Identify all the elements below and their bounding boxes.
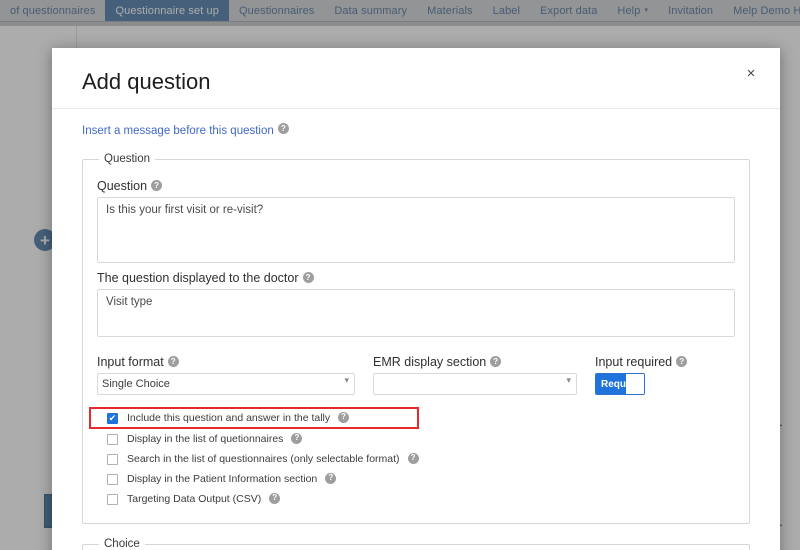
checkbox-search-in-list[interactable]	[107, 453, 118, 465]
help-icon[interactable]: ?	[490, 356, 502, 368]
help-icon[interactable]: ?	[676, 356, 688, 368]
checkbox-label-search-in-list: Search in the list of questionnaires (on…	[127, 453, 400, 466]
close-icon[interactable]: ×	[740, 62, 762, 84]
input-required-toggle[interactable]: Requi	[595, 373, 645, 396]
help-icon[interactable]: ?	[151, 180, 163, 192]
input-format-label: Input format?	[97, 355, 355, 369]
input-format-column: Input format? Single Choice	[97, 347, 355, 396]
insert-message-row: Insert a message before this question?	[82, 109, 750, 147]
help-icon[interactable]: ?	[291, 432, 303, 444]
modal-header: Add question ×	[52, 48, 780, 110]
emr-select-wrap	[373, 373, 577, 396]
modal-body: Insert a message before this question? Q…	[52, 109, 780, 550]
question-label-text: Question	[97, 179, 148, 194]
choice-fieldset: Choice Patient answer choice The answer …	[82, 538, 750, 550]
help-icon[interactable]: ?	[277, 123, 289, 135]
question-fieldset: Question Question? The question displaye…	[82, 153, 750, 525]
input-required-off-option[interactable]	[626, 374, 644, 395]
emr-display-section-label-text: EMR display section	[373, 355, 487, 370]
emr-display-section-select[interactable]	[373, 373, 577, 396]
checkbox-row-search-in-list[interactable]: Search in the list of questionnaires (on…	[97, 449, 735, 469]
emr-display-section-label: EMR display section?	[373, 355, 577, 369]
page-root: + R R of questionnaires Questionnaire se…	[0, 0, 800, 550]
checkbox-include-in-tally[interactable]: ✔	[107, 412, 118, 424]
input-required-label-text: Input required	[595, 355, 673, 370]
checkbox-row-display-in-list[interactable]: Display in the list of quetionnaires ?	[97, 429, 735, 449]
checkbox-patient-info-section[interactable]	[107, 473, 118, 485]
input-required-column: Input required? Requi	[595, 347, 715, 396]
input-format-select[interactable]: Single Choice	[97, 373, 355, 396]
format-row: Input format? Single Choice EMR display …	[97, 347, 735, 396]
checkbox-row-include-in-tally[interactable]: ✔ Include this question and answer in th…	[89, 407, 419, 430]
checkbox-label-targeting-data-output: Targeting Data Output (CSV)	[127, 493, 262, 506]
help-icon[interactable]: ?	[167, 356, 179, 368]
checkbox-row-targeting-data-output[interactable]: Targeting Data Output (CSV) ?	[97, 489, 735, 509]
checkbox-label-display-in-list: Display in the list of quetionnaires	[127, 433, 284, 446]
checkbox-label-patient-info-section: Display in the Patient Information secti…	[127, 473, 318, 486]
add-question-modal: Add question × Insert a message before t…	[52, 48, 780, 550]
doctor-question-label: The question displayed to the doctor?	[97, 271, 735, 285]
input-format-label-text: Input format	[97, 355, 164, 370]
checkbox-display-in-list[interactable]	[107, 433, 118, 445]
doctor-question-label-text: The question displayed to the doctor	[97, 271, 299, 286]
input-required-label: Input required?	[595, 355, 715, 369]
help-icon[interactable]: ?	[338, 411, 350, 423]
input-required-on-option[interactable]: Requi	[596, 374, 626, 395]
help-icon[interactable]: ?	[302, 272, 314, 284]
checkbox-label-include-in-tally: Include this question and answer in the …	[127, 412, 331, 425]
question-fieldset-legend: Question	[104, 153, 151, 166]
page-title: Add question	[82, 69, 211, 94]
help-icon[interactable]: ?	[325, 472, 337, 484]
question-label: Question?	[97, 179, 735, 193]
checkbox-row-patient-info-section[interactable]: Display in the Patient Information secti…	[97, 469, 735, 489]
choice-fieldset-legend: Choice	[104, 538, 140, 550]
help-icon[interactable]: ?	[407, 452, 419, 464]
doctor-question-input[interactable]	[97, 289, 735, 338]
input-format-select-wrap: Single Choice	[97, 373, 355, 396]
emr-section-column: EMR display section?	[373, 347, 577, 396]
question-input[interactable]	[97, 197, 735, 264]
question-options-checkbox-list: ✔ Include this question and answer in th…	[89, 407, 735, 509]
insert-message-link[interactable]: Insert a message before this question	[82, 125, 274, 137]
checkbox-targeting-data-output[interactable]	[107, 493, 118, 505]
help-icon[interactable]: ?	[269, 492, 281, 504]
